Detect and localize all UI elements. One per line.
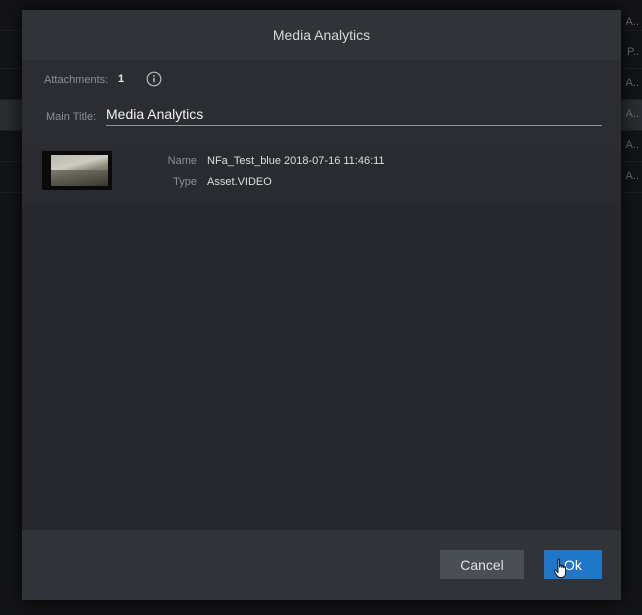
type-label: Type — [173, 176, 197, 188]
media-analytics-dialog: Media Analytics Attachments: 1 Main Titl… — [22, 10, 621, 600]
dialog-title: Media Analytics — [272, 27, 371, 43]
name-value: NFa_Test_blue 2018-07-16 11:46:11 — [207, 155, 385, 167]
thumbnail-image-road — [51, 170, 108, 186]
main-title-label: Main Title: — [46, 111, 97, 123]
background-cell: P.. — [626, 46, 639, 58]
attachments-label: Attachments: — [44, 74, 109, 86]
name-label: Name — [167, 155, 197, 167]
attachments-count: 1 — [118, 73, 125, 85]
ok-button[interactable]: Ok — [544, 550, 602, 579]
background-cell: A.. — [625, 170, 639, 182]
video-thumbnail[interactable] — [42, 151, 112, 190]
main-title-input[interactable] — [106, 104, 602, 126]
dialog-header: Media Analytics — [22, 10, 621, 60]
type-value: Asset.VIDEO — [207, 176, 272, 188]
info-circle-icon[interactable] — [146, 71, 162, 87]
attachment-item: Name NFa_Test_blue 2018-07-16 11:46:11 T… — [22, 150, 621, 206]
background-cell: A.. — [625, 139, 639, 151]
background-cell: A.. — [625, 16, 639, 28]
background-cell: A.. — [625, 108, 639, 120]
background-cell: A.. — [625, 77, 639, 89]
dialog-info-bar: Attachments: 1 Main Title: — [22, 60, 621, 150]
cancel-button[interactable]: Cancel — [440, 550, 524, 579]
dialog-footer: Cancel Ok — [22, 530, 621, 600]
